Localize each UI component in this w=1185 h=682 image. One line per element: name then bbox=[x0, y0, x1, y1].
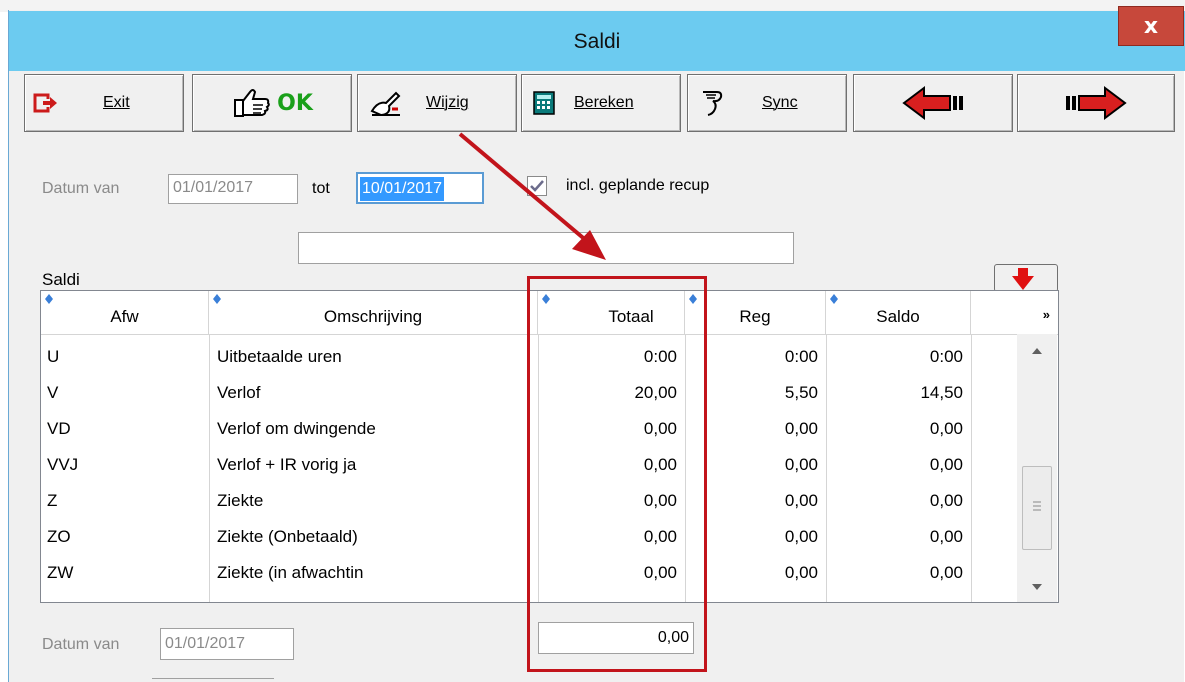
more-columns-icon: » bbox=[1042, 307, 1050, 322]
cell-afw: VD bbox=[47, 419, 71, 438]
export-button[interactable] bbox=[994, 264, 1058, 300]
close-button[interactable]: x bbox=[1118, 6, 1184, 46]
cell-omschrijving: Verlof om dwingende bbox=[217, 419, 376, 438]
next-button[interactable] bbox=[1017, 74, 1175, 132]
thumbs-up-icon bbox=[234, 89, 270, 117]
exit-door-icon bbox=[33, 93, 57, 113]
previous-button[interactable] bbox=[853, 74, 1013, 132]
grip-icon bbox=[1033, 501, 1041, 511]
ok-label: OK bbox=[277, 90, 313, 116]
cell-afw: ZO bbox=[47, 527, 71, 546]
cell-saldo: 0,00 bbox=[929, 491, 963, 510]
column-header-saldo[interactable]: Saldo bbox=[826, 291, 971, 335]
cell-saldo: 0,00 bbox=[929, 527, 963, 546]
cell-saldo: 14,50 bbox=[920, 383, 963, 402]
cell-omschrijving: Ziekte (Onbetaald) bbox=[217, 527, 358, 546]
tot-label: tot bbox=[312, 180, 330, 197]
cell-saldo: 0,00 bbox=[929, 563, 963, 582]
cell-afw: Z bbox=[47, 491, 58, 510]
column-header-more[interactable]: » bbox=[971, 291, 1058, 335]
datum-van-label: Datum van bbox=[42, 180, 120, 197]
sync-button[interactable]: Sync bbox=[687, 74, 847, 132]
cell-afw: VVJ bbox=[47, 455, 79, 474]
cell-saldo: 0,00 bbox=[929, 455, 963, 474]
cell-afw: ZW bbox=[47, 563, 74, 582]
scroll-down-icon[interactable] bbox=[1030, 582, 1044, 592]
datum-van-input[interactable]: 01/01/2017 bbox=[168, 174, 298, 204]
footer-datum-van-label: Datum van bbox=[42, 636, 120, 653]
sort-icon bbox=[213, 294, 221, 304]
scroll-thumb[interactable] bbox=[1022, 466, 1052, 550]
ok-button[interactable]: OK bbox=[192, 74, 352, 132]
column-header-label: Omschrijving bbox=[323, 307, 423, 326]
scroll-up-icon[interactable] bbox=[1030, 346, 1044, 356]
annotation-arrow-icon bbox=[458, 132, 606, 260]
partial-field-edge bbox=[152, 678, 274, 682]
column-header-label: Saldo bbox=[876, 307, 920, 326]
column-header-afw[interactable]: Afw bbox=[41, 291, 209, 335]
cell-omschrijving: Verlof bbox=[217, 383, 261, 402]
pencil-hand-icon bbox=[370, 91, 401, 117]
footer-datum-van-input[interactable]: 01/01/2017 bbox=[160, 628, 294, 660]
cell-afw: V bbox=[47, 383, 59, 402]
grid-title: Saldi bbox=[42, 270, 80, 289]
exit-button[interactable]: Exit bbox=[24, 74, 184, 132]
bereken-label: Bereken bbox=[574, 94, 634, 111]
highlight-frame bbox=[527, 276, 707, 672]
cell-omschrijving: Verlof + IR vorig ja bbox=[217, 455, 357, 474]
sync-hand-icon bbox=[703, 91, 723, 116]
calculator-icon bbox=[533, 91, 555, 115]
cell-omschrijving: Ziekte bbox=[217, 491, 264, 510]
sync-label: Sync bbox=[762, 94, 798, 111]
cell-saldo: 0,00 bbox=[929, 419, 963, 438]
cell-omschrijving: Ziekte (in afwachtin bbox=[217, 563, 364, 582]
exit-label: Exit bbox=[103, 94, 130, 111]
cell-saldo: 0:00 bbox=[929, 347, 963, 366]
red-arrow-left-icon bbox=[902, 86, 963, 120]
wijzig-label: Wijzig bbox=[426, 94, 469, 111]
cell-omschrijving: Uitbetaalde uren bbox=[217, 347, 342, 366]
sort-icon bbox=[45, 294, 53, 304]
cell-afw: U bbox=[47, 347, 60, 366]
red-arrow-right-icon bbox=[1066, 86, 1127, 120]
column-header-label: Afw bbox=[110, 307, 139, 326]
column-header-omschrijving[interactable]: Omschrijving bbox=[209, 291, 538, 335]
window-title: Saldi bbox=[573, 30, 621, 53]
close-icon: x bbox=[1143, 13, 1159, 39]
sort-icon bbox=[830, 294, 838, 304]
